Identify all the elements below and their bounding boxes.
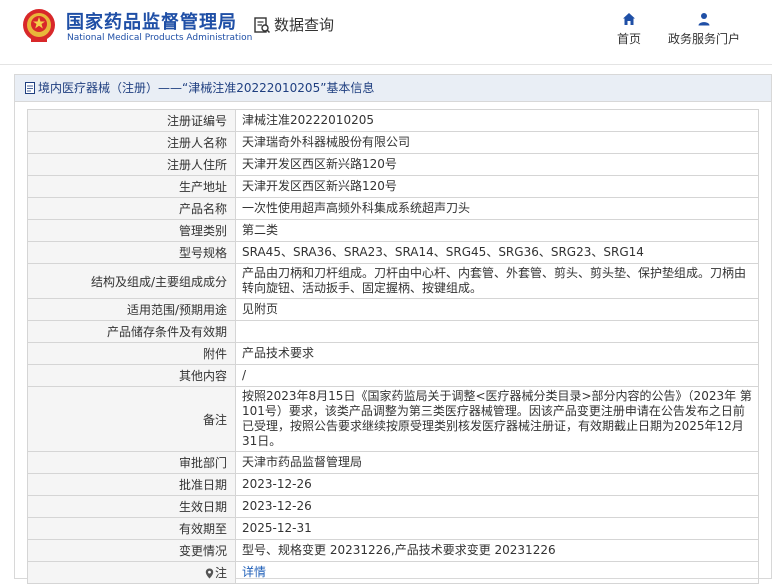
data-query-link[interactable]: 数据查询 (253, 14, 334, 35)
table-row-note: 注 详情 (27, 561, 759, 584)
row-value: 天津开发区西区新兴路120号 (235, 153, 759, 176)
device-info-table: 注册证编号 津械注准20222010205 注册人名称 天津瑞奇外科器械股份有限公司… (27, 109, 759, 584)
row-value: 产品由刀柄和刀杆组成。刀杆由中心杆、内套管、外套管、剪头、剪头垫、保护垫组成。刀… (235, 263, 759, 299)
row-label: 生产地址 (27, 175, 236, 198)
row-value: 型号、规格变更 20231226,产品技术要求变更 20231226 (235, 539, 759, 562)
row-label: 适用范围/预期用途 (27, 298, 236, 321)
row-label: 生效日期 (27, 495, 236, 518)
row-value: 按照2023年8月15日《国家药监局关于调整<医疗器械分类目录>部分内容的公告》… (235, 386, 759, 452)
row-value (235, 320, 759, 343)
row-label: 批准日期 (27, 473, 236, 496)
table-row: 产品储存条件及有效期 (27, 320, 759, 343)
table-row: 生产地址 天津开发区西区新兴路120号 (27, 175, 759, 198)
row-value: 2025-12-31 (235, 517, 759, 540)
row-label: 其他内容 (27, 364, 236, 387)
row-label: 结构及组成/主要组成成分 (27, 263, 236, 299)
data-query-icon (254, 16, 271, 33)
panel-breadcrumb: 境内医疗器械（注册）——“津械注准20222010205”基本信息 (38, 81, 375, 95)
table-row: 注册证编号 津械注准20222010205 (27, 109, 759, 132)
row-label: 产品名称 (27, 197, 236, 220)
table-row: 注册人名称 天津瑞奇外科器械股份有限公司 (27, 131, 759, 154)
row-value: 天津开发区西区新兴路120号 (235, 175, 759, 198)
document-icon (25, 82, 35, 94)
row-label: 注册证编号 (27, 109, 236, 132)
device-info-panel: 境内医疗器械（注册）——“津械注准20222010205”基本信息 注册证编号津… (14, 74, 772, 584)
panel-title-bar: 境内医疗器械（注册）——“津械注准20222010205”基本信息 (15, 75, 771, 102)
site-logo-title[interactable]: 国家药品监督管理局 (66, 8, 237, 34)
row-value: 天津瑞奇外科器械股份有限公司 (235, 131, 759, 154)
table-row: 变更情况 型号、规格变更 20231226,产品技术要求变更 20231226 (27, 539, 759, 562)
user-icon (698, 13, 710, 26)
row-label: 型号规格 (27, 241, 236, 264)
row-value: 2023-12-26 (235, 473, 759, 496)
table-row: 其他内容 / (27, 364, 759, 387)
table-row: 注册人住所 天津开发区西区新兴路120号 (27, 153, 759, 176)
table-row: 生效日期 2023-12-26 (27, 495, 759, 518)
row-label: 附件 (27, 342, 236, 365)
table-row: 结构及组成/主要组成成分 产品由刀柄和刀杆组成。刀杆由中心杆、内套管、外套管、剪头… (27, 263, 759, 299)
row-label: 注册人住所 (27, 153, 236, 176)
table-row: 备注 按照2023年8月15日《国家药监局关于调整<医疗器械分类目录>部分内容的公… (27, 386, 759, 452)
table-row: 批准日期 2023-12-26 (27, 473, 759, 496)
table-row: 审批部门 天津市药品监督管理局 (27, 451, 759, 474)
row-label: 产品储存条件及有效期 (27, 320, 236, 343)
note-label-cell: 注 (27, 561, 236, 584)
table-row: 产品名称 一次性使用超声高频外科集成系统超声刀头 (27, 197, 759, 220)
row-value: 天津市药品监督管理局 (235, 451, 759, 474)
site-logo-subtitle[interactable]: National Medical Products Administration (67, 33, 252, 43)
row-label: 有效期至 (27, 517, 236, 540)
row-value: 产品技术要求 (235, 342, 759, 365)
site-header: 国家药品监督管理局 National Medical Products Admi… (0, 0, 772, 65)
table-row: 适用范围/预期用途 见附页 (27, 298, 759, 321)
nav-portal-label: 政务服务门户 (667, 32, 740, 46)
row-label: 审批部门 (27, 451, 236, 474)
row-value: 2023-12-26 (235, 495, 759, 518)
nav-home-link[interactable]: 首页 (605, 12, 653, 47)
location-pin-icon (205, 568, 214, 579)
nav-home-label: 首页 (616, 32, 641, 46)
row-value: SRA45、SRA36、SRA23、SRA14、SRG45、SRG36、SRG2… (235, 241, 759, 264)
note-value-cell: 详情 (235, 561, 759, 584)
row-label: 变更情况 (27, 539, 236, 562)
row-label: 注册人名称 (27, 131, 236, 154)
row-value: 第二类 (235, 219, 759, 242)
home-icon (623, 13, 635, 25)
row-label: 管理类别 (27, 219, 236, 242)
row-value: 津械注准20222010205 (235, 109, 759, 132)
note-label: 注 (214, 566, 227, 580)
table-row: 有效期至 2025-12-31 (27, 517, 759, 540)
table-row: 管理类别 第二类 (27, 219, 759, 242)
national-emblem-icon (23, 9, 55, 42)
table-row: 型号规格 SRA45、SRA36、SRA23、SRA14、SRG45、SRG36、… (27, 241, 759, 264)
nav-portal-link[interactable]: 政务服务门户 (662, 12, 746, 47)
row-value: / (235, 364, 759, 387)
details-link[interactable]: 详情 (242, 565, 266, 579)
data-query-label: 数据查询 (274, 16, 335, 34)
row-label: 备注 (27, 386, 236, 452)
row-value: 一次性使用超声高频外科集成系统超声刀头 (235, 197, 759, 220)
table-row: 附件 产品技术要求 (27, 342, 759, 365)
row-value: 见附页 (235, 298, 759, 321)
